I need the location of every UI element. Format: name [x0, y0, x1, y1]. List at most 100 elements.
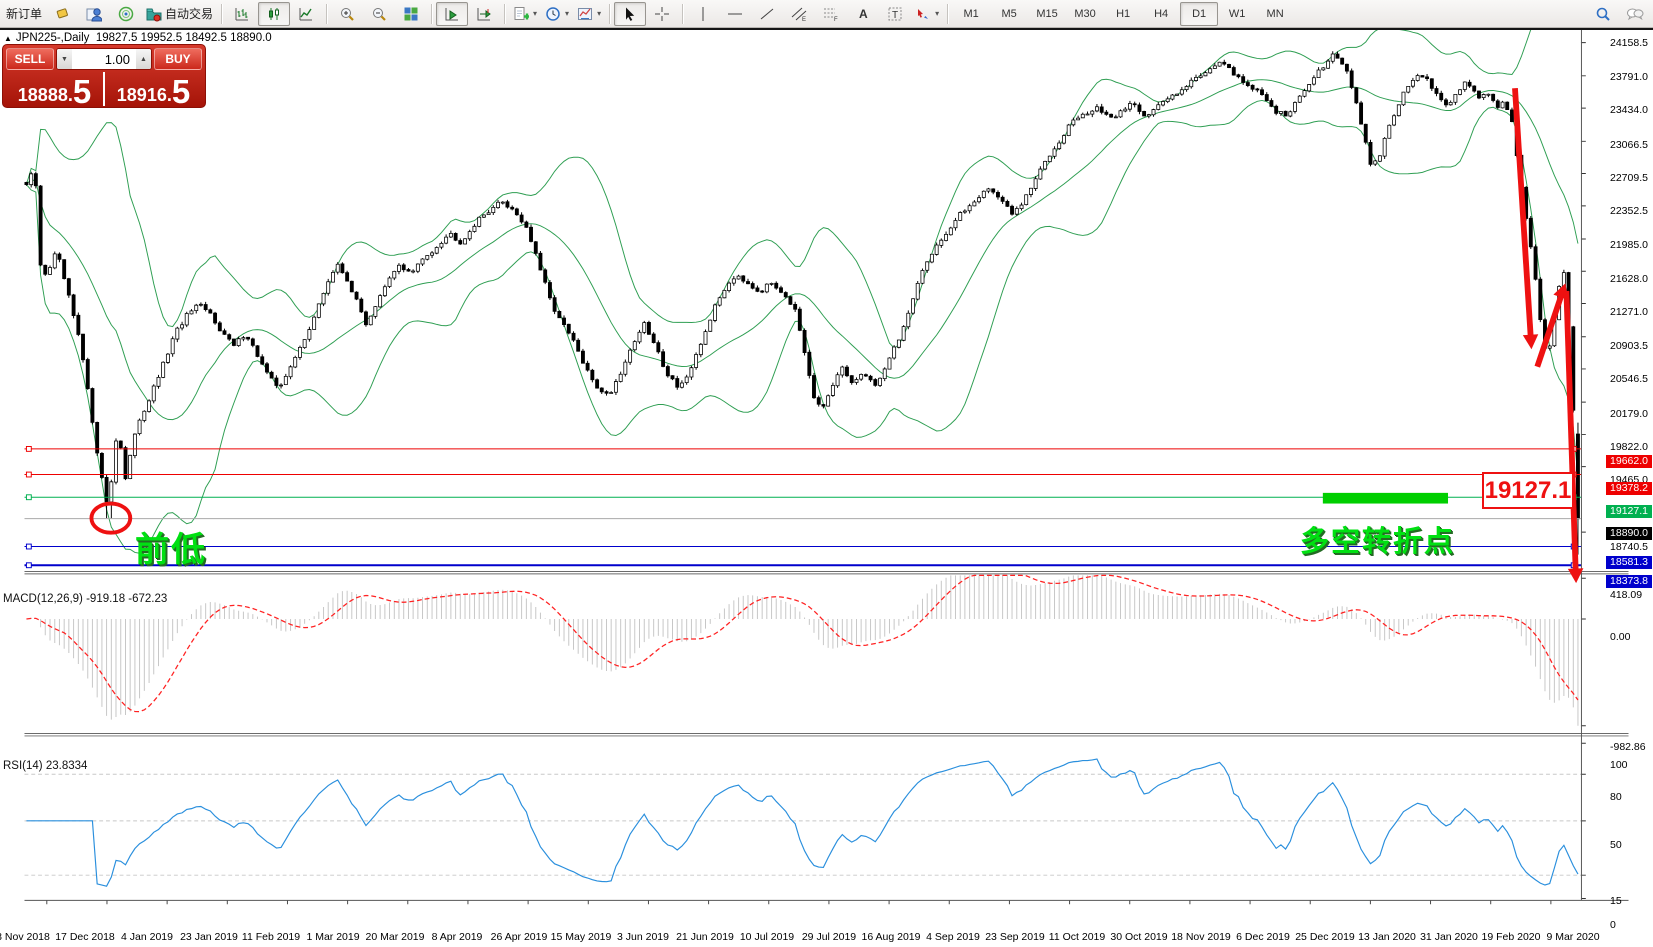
crosshair-tool-button[interactable]: [646, 2, 678, 26]
toolbar-separator: [326, 4, 327, 24]
cursor-tool-button[interactable]: [614, 2, 646, 26]
crosshair-icon: [654, 6, 670, 22]
price-tag-annotation[interactable]: 19127.1: [1482, 472, 1574, 509]
auto-trading-button[interactable]: 自动交易: [142, 2, 217, 26]
cursor-icon: [622, 6, 638, 22]
svg-text:E: E: [802, 17, 806, 22]
main-toolbar: 新订单 自动交易 ▾ ▾: [0, 0, 1653, 28]
window-separator[interactable]: [24, 571, 1628, 573]
fibonacci-icon: F: [823, 6, 839, 22]
toolbar-separator: [504, 4, 505, 24]
toolbar-separator: [609, 4, 610, 24]
arrows-tool-button[interactable]: ▾: [911, 2, 943, 26]
bar-chart-icon: [234, 6, 250, 22]
rsi-axis-label: 0: [1610, 919, 1616, 931]
volume-increase-button[interactable]: ▲: [136, 49, 151, 69]
arrow-objects-icon: [915, 6, 931, 22]
add-indicator-button[interactable]: ▾: [509, 2, 541, 26]
macd-axis-label: 0.00: [1610, 631, 1630, 643]
auto-trading-label: 自动交易: [165, 5, 213, 22]
current-price-badge: 18890.0: [1606, 527, 1652, 540]
sonar-icon: [118, 6, 134, 22]
timeframe-h4-button[interactable]: H4: [1142, 2, 1180, 26]
chart-shift-button[interactable]: [468, 2, 500, 26]
price-axis-label: 20903.5: [1610, 340, 1648, 352]
rsi-indicator-label: RSI(14) 23.8334: [3, 760, 87, 772]
horizontal-line-18373.8[interactable]: [24, 563, 1580, 568]
price-axis-label: 21271.0: [1610, 306, 1648, 318]
timeframe-mn-button[interactable]: MN: [1256, 2, 1294, 26]
add-indicator-icon: [513, 6, 529, 22]
price-line-badge: 18581.3: [1606, 556, 1652, 569]
label-tool-button[interactable]: T: [879, 2, 911, 26]
timeframe-m30-button[interactable]: M30: [1066, 2, 1104, 26]
price-axis-label: 23066.5: [1610, 139, 1648, 151]
zoom-in-button[interactable]: [331, 2, 363, 26]
price-line-badge: 19127.1: [1606, 505, 1652, 518]
tile-windows-button[interactable]: [395, 2, 427, 26]
price-axis-label: 23434.0: [1610, 104, 1648, 116]
buy-button[interactable]: BUY: [154, 48, 202, 70]
toolbar-separator: [221, 4, 222, 24]
horizontal-line-19662.0[interactable]: [24, 446, 1580, 451]
window-separator[interactable]: [24, 734, 1628, 736]
zoom-out-button[interactable]: [363, 2, 395, 26]
template-button[interactable]: ▾: [573, 2, 605, 26]
chat-button[interactable]: [1619, 2, 1651, 26]
channel-tool-button[interactable]: E: [783, 2, 815, 26]
search-button[interactable]: [1587, 2, 1619, 26]
sell-button[interactable]: SELL: [6, 48, 54, 70]
timeframe-m1-button[interactable]: M1: [952, 2, 990, 26]
rsi-axis-label: 80: [1610, 791, 1622, 803]
volume-control: ▼ ▲: [56, 48, 152, 70]
fibonacci-tool-button[interactable]: F: [815, 2, 847, 26]
green-highlight-bar[interactable]: [1323, 493, 1448, 504]
svg-text:A: A: [859, 7, 868, 21]
toolbar-separator: [947, 4, 948, 24]
sell-price-display[interactable]: 18888.5: [6, 70, 103, 108]
rsi-axis-label: 15: [1610, 895, 1622, 907]
macd-axis-label: 418.09: [1610, 589, 1642, 601]
timeframe-m15-button[interactable]: M15: [1028, 2, 1066, 26]
period-button[interactable]: ▾: [541, 2, 573, 26]
volume-input[interactable]: [72, 48, 136, 70]
new-order-button[interactable]: 新订单: [2, 2, 46, 26]
vertical-line-icon: [695, 6, 711, 22]
clock-icon: [545, 6, 561, 22]
auto-scroll-button[interactable]: [436, 2, 468, 26]
price-axis-label: 21628.0: [1610, 273, 1648, 285]
turning-point-annotation[interactable]: 多空转折点: [1300, 518, 1455, 560]
dropdown-caret-icon: ▾: [597, 9, 601, 18]
signals-button[interactable]: [110, 2, 142, 26]
quotes-button[interactable]: [46, 2, 78, 26]
chart-template-icon: [577, 6, 593, 22]
candlestick-mode-button[interactable]: [258, 2, 290, 26]
chart-symbol-header: ▲JPN225-,Daily 19827.5 19952.5 18492.5 1…: [4, 32, 272, 44]
timeframe-m5-button[interactable]: M5: [990, 2, 1028, 26]
prev-low-annotation[interactable]: 前低: [135, 522, 207, 571]
price-chart-canvas[interactable]: [0, 30, 1653, 947]
dropdown-caret-icon: ▾: [565, 9, 569, 18]
horizontal-line-19378.2[interactable]: [24, 472, 1580, 477]
text-tool-button[interactable]: A: [847, 2, 879, 26]
price-line-badge: 19662.0: [1606, 455, 1652, 468]
price-line-badge: 18373.8: [1606, 575, 1652, 588]
timeframe-d1-button[interactable]: D1: [1180, 2, 1218, 26]
bar-chart-mode-button[interactable]: [226, 2, 258, 26]
vertical-line-tool-button[interactable]: [687, 2, 719, 26]
trendline-tool-button[interactable]: [751, 2, 783, 26]
macd-histogram: [26, 575, 1578, 725]
price-axis-label: 19822.0: [1610, 441, 1648, 453]
timeframe-h1-button[interactable]: H1: [1104, 2, 1142, 26]
zoom-in-icon: [339, 6, 355, 22]
buy-price-display[interactable]: 18916.5: [105, 70, 202, 108]
line-chart-mode-button[interactable]: [290, 2, 322, 26]
chart-shift-icon: [476, 6, 492, 22]
timeframe-w1-button[interactable]: W1: [1218, 2, 1256, 26]
horizontal-line-tool-button[interactable]: [719, 2, 751, 26]
tile-windows-icon: [403, 6, 419, 22]
market-watch-button[interactable]: [78, 2, 110, 26]
dropdown-caret-icon: ▾: [533, 9, 537, 18]
volume-decrease-button[interactable]: ▼: [57, 49, 72, 69]
price-axis-label: 22709.5: [1610, 172, 1648, 184]
